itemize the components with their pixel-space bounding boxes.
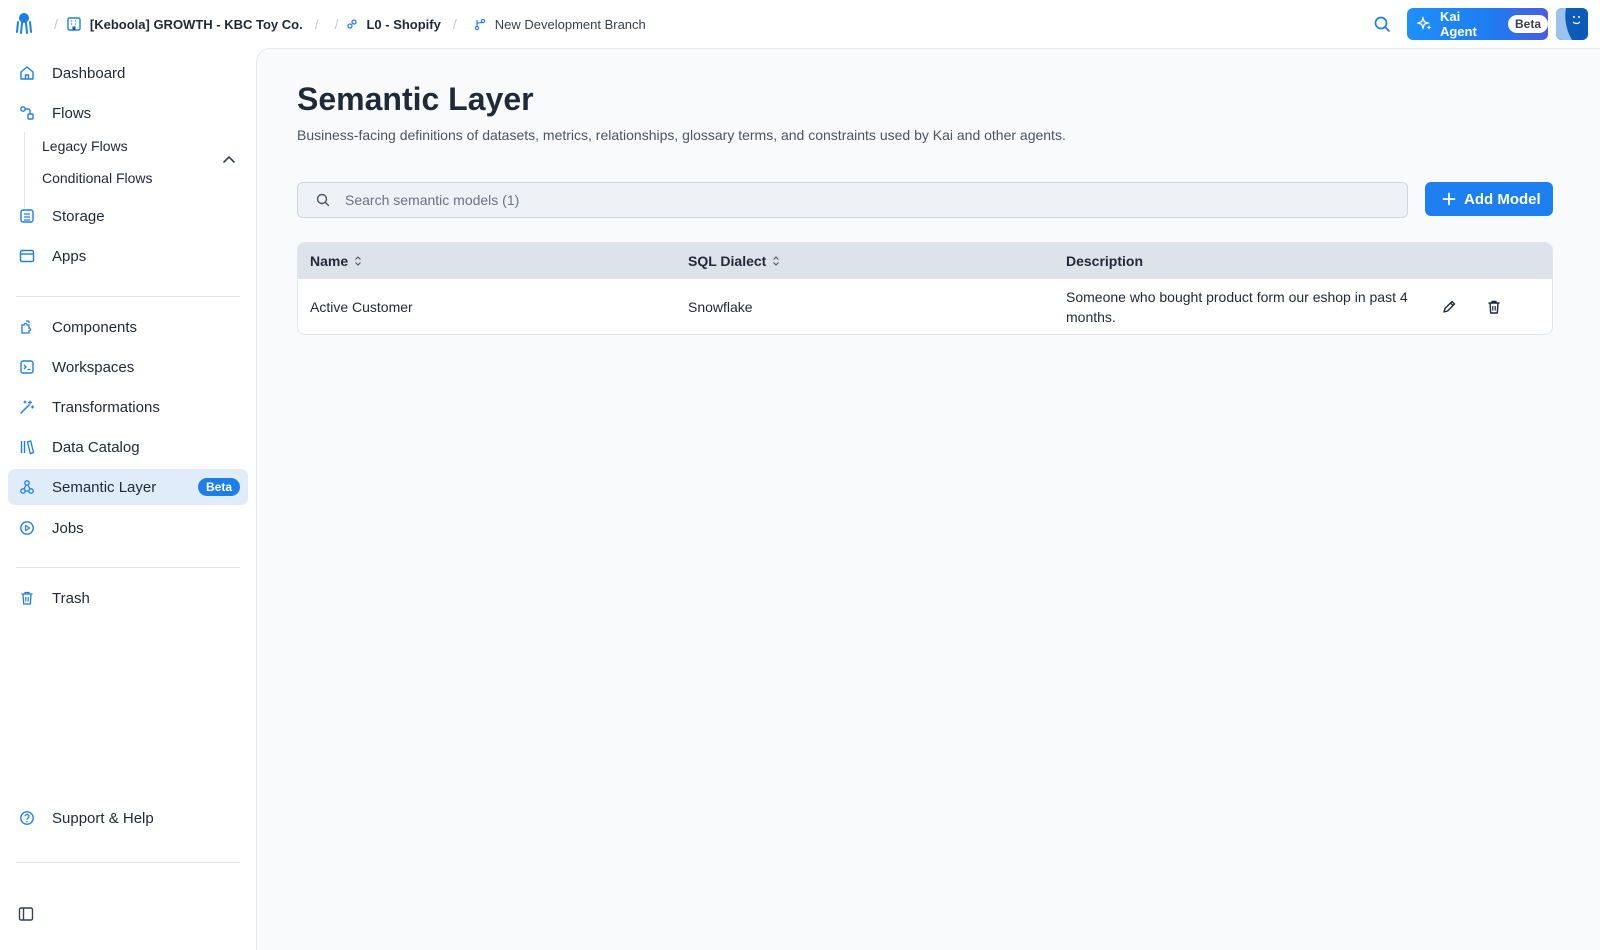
sidebar-item-workspaces[interactable]: Workspaces	[8, 349, 248, 385]
sidebar-item-flows[interactable]: Flows	[8, 95, 248, 131]
branch-name: New Development Branch	[494, 16, 646, 32]
play-circle-icon	[20, 521, 34, 535]
cell-description: Someone who bought product form our esho…	[1066, 289, 1408, 325]
kai-agent-button[interactable]: Kai Agent Beta	[1407, 8, 1548, 40]
table-row[interactable]: Active Customer Snowflake Someone who bo…	[298, 279, 1552, 334]
sidebar-label: Components	[52, 318, 138, 336]
sort-icon	[773, 256, 780, 266]
breadcrumb-separator: /	[334, 16, 339, 32]
top-bar: / [Keboola] GROWTH - KBC Toy Co. / / L0 …	[0, 0, 1600, 48]
search-field[interactable]	[297, 182, 1408, 218]
apps-icon	[19, 249, 35, 263]
project-name: [Keboola] GROWTH - KBC Toy Co.	[89, 16, 303, 32]
sidebar-item-components[interactable]: Components	[8, 309, 248, 345]
sidebar-label: Semantic Layer	[52, 478, 157, 496]
sidebar-label: Jobs	[52, 519, 84, 537]
column-header-label: Description	[1066, 253, 1144, 269]
table-header: Name SQL Dialect Description	[298, 243, 1552, 279]
sidebar-label: Support & Help	[52, 809, 154, 827]
flow-icon	[347, 19, 358, 29]
page-description: Business-facing definitions of datasets,…	[297, 127, 1066, 143]
sidebar-label: Workspaces	[52, 358, 135, 376]
chevron-up-icon[interactable]	[222, 154, 236, 164]
breadcrumb-flow[interactable]: L0 - Shopify	[346, 16, 441, 32]
keboola-logo-icon[interactable]	[14, 12, 34, 36]
plus-icon	[1442, 192, 1456, 206]
help-circle-icon	[20, 811, 34, 825]
breadcrumb: / [Keboola] GROWTH - KBC Toy Co. / / L0 …	[46, 0, 646, 48]
avatar-image-icon	[1556, 8, 1588, 40]
column-header-label: SQL Dialect	[688, 253, 767, 269]
add-model-button[interactable]: Add Model	[1425, 182, 1553, 216]
beta-badge: Beta	[197, 478, 240, 496]
puzzle-icon	[21, 320, 32, 334]
sidebar-label: Dashboard	[52, 64, 126, 82]
beta-badge: Beta	[1507, 15, 1548, 33]
submenu-line	[24, 132, 25, 208]
kai-agent-label: Kai Agent	[1439, 9, 1477, 39]
breadcrumb-separator: /	[54, 16, 58, 32]
sidebar-item-transformations[interactable]: Transformations	[8, 389, 248, 425]
pencil-icon	[1443, 300, 1456, 313]
terminal-icon	[20, 360, 34, 374]
page-title: Semantic Layer	[297, 81, 534, 117]
column-header-description: Description	[1066, 253, 1143, 269]
sidebar-item-support[interactable]: Support & Help	[8, 800, 248, 836]
search-input[interactable]	[345, 192, 1345, 208]
search-icon	[316, 193, 330, 207]
sidebar-label: Trash	[52, 589, 90, 607]
sidebar-label: Storage	[52, 207, 105, 225]
sidebar-item-conditional-flows[interactable]: Conditional Flows	[42, 170, 153, 186]
breadcrumb-separator: /	[452, 16, 457, 32]
main-content: Semantic Layer Business-facing definitio…	[256, 48, 1600, 950]
semantic-models-table: Name SQL Dialect Description Active Cust…	[297, 242, 1553, 335]
edit-button[interactable]	[1438, 296, 1460, 318]
sidebar-item-legacy-flows[interactable]: Legacy Flows	[42, 138, 128, 154]
trash-icon	[21, 591, 33, 605]
breadcrumb-project[interactable]: [Keboola] GROWTH - KBC Toy Co.	[66, 16, 303, 32]
sort-icon	[355, 256, 362, 266]
sidebar-item-semantic-layer[interactable]: Semantic Layer Beta	[8, 469, 248, 505]
breadcrumb-separator: /	[314, 16, 319, 32]
add-model-label: Add Model	[1464, 190, 1541, 208]
flows-icon	[20, 106, 34, 120]
column-header-label: Name	[310, 253, 349, 269]
semantic-layer-icon	[20, 480, 34, 494]
sidebar-item-data-catalog[interactable]: Data Catalog	[8, 429, 248, 465]
avatar[interactable]	[1556, 8, 1588, 40]
sidebar: Dashboard Flows Legacy Flows Conditional…	[0, 48, 256, 950]
collapse-sidebar-icon[interactable]	[18, 906, 34, 922]
sidebar-label: Flows	[52, 104, 92, 122]
sidebar-label: Data Catalog	[52, 438, 140, 456]
sidebar-label: Apps	[52, 247, 87, 265]
delete-button[interactable]	[1483, 296, 1505, 318]
sidebar-item-trash[interactable]: Trash	[8, 580, 248, 616]
sidebar-divider	[16, 296, 240, 297]
trash-icon	[1488, 300, 1500, 314]
sparkles-icon	[1417, 16, 1432, 30]
sidebar-divider	[16, 862, 240, 863]
column-header-name[interactable]: Name	[310, 253, 362, 269]
home-icon	[20, 66, 34, 80]
magic-wand-icon	[20, 400, 35, 414]
column-header-sql-dialect[interactable]: SQL Dialect	[688, 253, 780, 269]
search-icon[interactable]	[1372, 14, 1392, 34]
sidebar-item-apps[interactable]: Apps	[8, 238, 248, 274]
cell-sql-dialect: Snowflake	[688, 299, 753, 315]
sidebar-item-storage[interactable]: Storage	[8, 198, 248, 234]
sidebar-item-jobs[interactable]: Jobs	[8, 510, 248, 546]
flow-name: L0 - Shopify	[366, 16, 441, 32]
building-icon	[67, 17, 81, 31]
books-icon	[20, 440, 35, 455]
git-branch-icon	[474, 18, 485, 31]
storage-icon	[20, 209, 34, 223]
cell-name[interactable]: Active Customer	[310, 297, 413, 317]
sidebar-label: Transformations	[52, 398, 160, 416]
breadcrumb-branch[interactable]: New Development Branch	[473, 17, 646, 32]
sidebar-divider	[16, 567, 240, 568]
sidebar-item-dashboard[interactable]: Dashboard	[8, 55, 248, 91]
